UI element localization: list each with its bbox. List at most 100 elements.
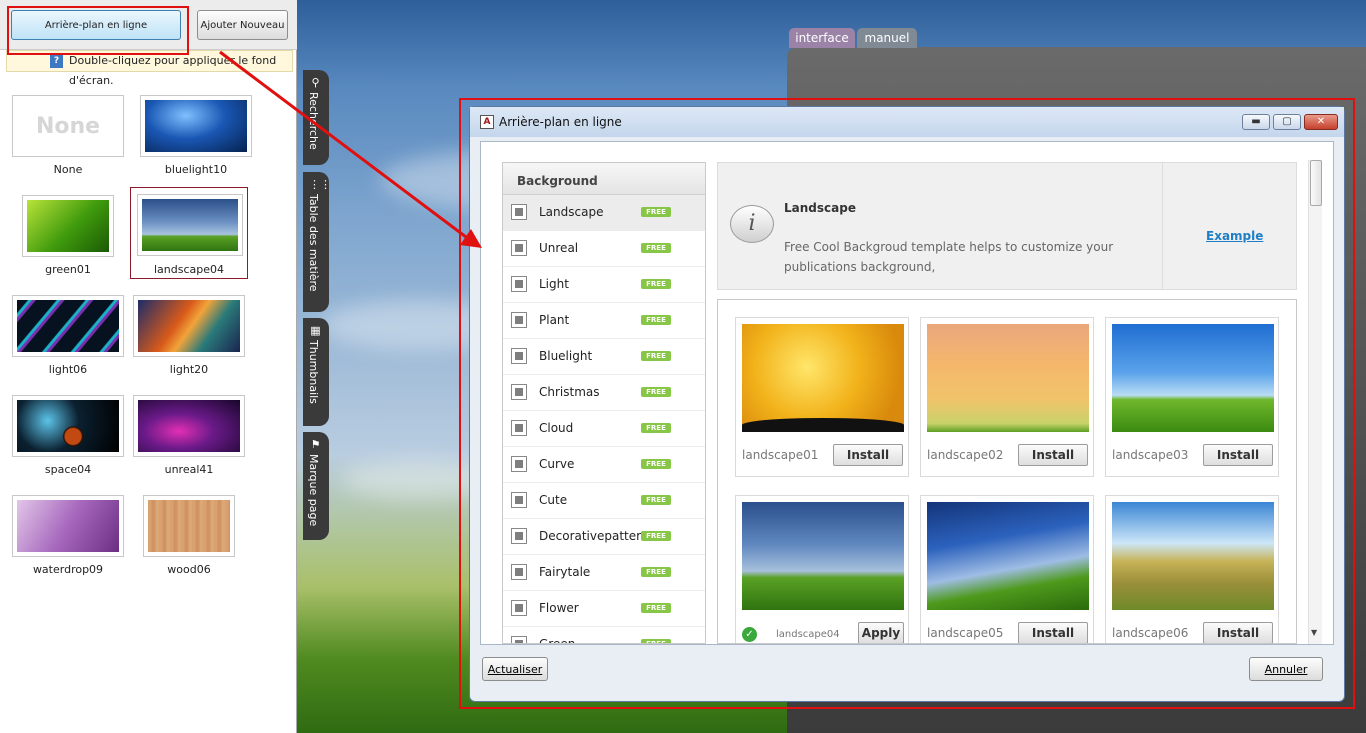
background-name: landscape06 xyxy=(1112,626,1189,640)
free-badge: FREE xyxy=(641,459,671,469)
refresh-button[interactable]: Actualiser xyxy=(482,657,548,681)
free-badge: FREE xyxy=(641,207,671,217)
side-tab-bookmark[interactable]: ⚑ Marque page xyxy=(303,432,329,540)
scrollbar-thumb[interactable] xyxy=(1310,160,1322,206)
category-label: Christmas xyxy=(539,385,600,399)
category-item[interactable]: Cloud FREE xyxy=(503,411,705,447)
thumbnail-image xyxy=(12,395,124,457)
category-item[interactable]: Fairytale FREE xyxy=(503,555,705,591)
category-item[interactable]: Decorativepattern FREE xyxy=(503,519,705,555)
tab-interface[interactable]: interface xyxy=(789,28,855,48)
thumbnail-label: green01 xyxy=(45,263,91,276)
background-name: landscape02 xyxy=(927,448,1004,462)
thumbnail-image xyxy=(137,194,243,256)
maximize-icon: ▢ xyxy=(1282,116,1292,127)
close-button[interactable]: ✕ xyxy=(1304,114,1338,130)
category-checkbox[interactable] xyxy=(511,456,527,472)
category-item[interactable]: Plant FREE xyxy=(503,303,705,339)
thumbnail-landscape04[interactable]: landscape04 xyxy=(130,187,248,279)
category-item[interactable]: Light FREE xyxy=(503,267,705,303)
category-checkbox[interactable] xyxy=(511,420,527,436)
install-button[interactable]: Install xyxy=(833,444,903,466)
install-button[interactable]: Install xyxy=(1203,444,1273,466)
category-checkbox[interactable] xyxy=(511,276,527,292)
category-checkbox[interactable] xyxy=(511,204,527,220)
side-tab-search[interactable]: ⚲ Recherche xyxy=(303,70,329,165)
category-checkbox[interactable] xyxy=(511,528,527,544)
side-tab-toc[interactable]: ⋮⋮ Table des matière xyxy=(303,172,331,312)
category-checkbox[interactable] xyxy=(511,600,527,616)
add-new-button[interactable]: Ajouter Nouveau xyxy=(197,10,288,40)
background-panel: Arrière-plan en ligne Ajouter Nouveau ? … xyxy=(0,0,297,733)
category-item[interactable]: Bluelight FREE xyxy=(503,339,705,375)
thumbnail-label: wood06 xyxy=(167,563,211,576)
background-card: landscape05 Install xyxy=(920,495,1094,643)
free-badge: FREE xyxy=(641,279,671,289)
dialog-titlebar[interactable]: A Arrière-plan en ligne ▬ ▢ ✕ xyxy=(470,107,1344,137)
divider xyxy=(1162,163,1163,289)
background-name: landscape01 xyxy=(742,448,819,462)
background-preview xyxy=(1112,324,1274,432)
none-preview-text: None xyxy=(17,100,119,152)
category-label: Plant xyxy=(539,313,570,327)
side-tab-thumbnails[interactable]: ▦ Thumbnails xyxy=(303,318,329,426)
install-button[interactable]: Install xyxy=(1018,622,1088,643)
panel-toolbar: Arrière-plan en ligne Ajouter Nouveau xyxy=(0,0,297,50)
category-checkbox[interactable] xyxy=(511,348,527,364)
tab-manuel[interactable]: manuel xyxy=(857,28,917,48)
cancel-button[interactable]: Annuler xyxy=(1249,657,1323,681)
background-name: landscape03 xyxy=(1112,448,1189,462)
apply-button[interactable]: Apply xyxy=(858,622,904,643)
category-label: Flower xyxy=(539,601,579,615)
online-background-button[interactable]: Arrière-plan en ligne xyxy=(11,10,181,40)
thumbnail-image xyxy=(143,495,235,557)
category-item[interactable]: Green FREE xyxy=(503,627,705,643)
free-badge: FREE xyxy=(641,603,671,613)
free-badge: FREE xyxy=(641,531,671,541)
info-icon: ? xyxy=(50,55,63,68)
side-tab-label: Recherche xyxy=(307,92,320,150)
category-checkbox[interactable] xyxy=(511,564,527,580)
thumbnail-label: light06 xyxy=(48,363,88,376)
background-preview xyxy=(1112,502,1274,610)
category-item[interactable]: Cute FREE xyxy=(503,483,705,519)
background-name: landscape05 xyxy=(927,626,1004,640)
maximize-button[interactable]: ▢ xyxy=(1273,114,1301,130)
info-description: Free Cool Backgroud template helps to cu… xyxy=(784,240,1114,274)
category-item[interactable]: Flower FREE xyxy=(503,591,705,627)
category-label: Fairytale xyxy=(539,565,591,579)
category-label: Landscape xyxy=(539,205,604,219)
hint-text: Double-cliquez pour appliquer le fond d'… xyxy=(69,54,277,87)
category-checkbox[interactable] xyxy=(511,312,527,328)
side-tab-label: Marque page xyxy=(307,454,320,527)
background-preview-hill xyxy=(742,418,904,432)
category-checkbox[interactable] xyxy=(511,240,527,256)
category-item[interactable]: Unreal FREE xyxy=(503,231,705,267)
background-card: landscape06 Install xyxy=(1105,495,1279,643)
category-checkbox[interactable] xyxy=(511,492,527,508)
thumbnail-label: None xyxy=(53,163,83,176)
free-badge: FREE xyxy=(641,423,671,433)
category-checkbox[interactable] xyxy=(511,636,527,643)
example-link[interactable]: Example xyxy=(1206,229,1263,243)
background-preview xyxy=(927,324,1089,432)
thumbnail-image xyxy=(140,95,252,157)
applied-check-icon: ✓ xyxy=(742,627,757,642)
close-icon: ✕ xyxy=(1316,116,1326,127)
category-item[interactable]: Curve FREE xyxy=(503,447,705,483)
category-item[interactable]: Landscape FREE xyxy=(503,195,705,231)
thumbnail-image xyxy=(133,295,245,357)
background-card: ✓ landscape04 Apply xyxy=(735,495,909,643)
category-label: Light xyxy=(539,277,569,291)
info-bubble-icon: i xyxy=(730,205,774,243)
minimize-button[interactable]: ▬ xyxy=(1242,114,1270,130)
install-button[interactable]: Install xyxy=(1018,444,1088,466)
scroll-down-icon[interactable]: ▼ xyxy=(1311,628,1317,637)
category-item[interactable]: Christmas FREE xyxy=(503,375,705,411)
install-button[interactable]: Install xyxy=(1203,622,1273,643)
category-checkbox[interactable] xyxy=(511,384,527,400)
side-tab-label: Thumbnails xyxy=(307,340,320,404)
vertical-scrollbar[interactable]: ▼ xyxy=(1308,160,1322,644)
category-label: Decorativepattern xyxy=(539,529,649,543)
thumbnail-image xyxy=(12,295,124,357)
